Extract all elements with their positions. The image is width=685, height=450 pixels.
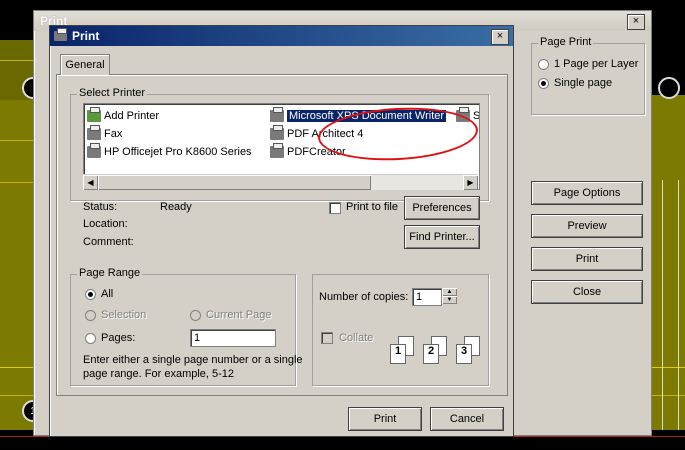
radio-icon: [538, 58, 549, 70]
printer-icon: [456, 107, 470, 122]
scrollbar-thumb[interactable]: [98, 175, 371, 190]
print-to-file-label: Print to file: [346, 201, 398, 213]
tab-general[interactable]: General: [60, 54, 110, 75]
page-range-legend: Page Range: [77, 267, 143, 279]
radio-label: Selection: [101, 309, 147, 321]
printer-item-fax[interactable]: Fax: [87, 125, 123, 140]
cancel-button[interactable]: Cancel: [430, 407, 504, 431]
page-range-hint-line2: page range. For example, 5-12: [83, 368, 235, 380]
preferences-button[interactable]: Preferences: [404, 196, 480, 220]
radio-all[interactable]: All: [85, 288, 113, 300]
add-printer-icon: [87, 107, 101, 122]
collate-label: Collate: [339, 332, 374, 344]
print-close-icon[interactable]: ×: [491, 29, 509, 45]
page-print-legend: Page Print: [538, 36, 594, 48]
printer-label: S: [473, 110, 480, 122]
status-label: Status:: [83, 201, 118, 213]
printer-label: PDF Architect 4: [287, 128, 364, 140]
printer-list-scrollbar[interactable]: ◀ ▶: [83, 174, 478, 190]
radio-label: Pages:: [101, 332, 136, 344]
print-button[interactable]: Print: [348, 407, 422, 431]
cad-grid-marker: [658, 77, 680, 99]
fax-icon: [87, 125, 101, 140]
spin-up-icon[interactable]: ▲: [442, 288, 457, 296]
preview-button[interactable]: Preview: [531, 214, 643, 238]
pages-input[interactable]: 1: [190, 329, 276, 347]
page-range-hint-line1: Enter either a single page number or a s…: [83, 354, 303, 366]
printer-item-partial[interactable]: S: [456, 107, 480, 122]
print-dialog: Print × General Select Printer Add Print…: [49, 25, 514, 437]
location-label: Location:: [83, 218, 128, 230]
back-close-icon[interactable]: ×: [627, 14, 645, 30]
radio-label: Current Page: [206, 309, 272, 321]
printer-item-hp-officejet[interactable]: HP Officejet Pro K8600 Series: [87, 143, 252, 158]
radio-pages[interactable]: Pages:: [85, 332, 135, 344]
printer-icon: [270, 143, 284, 158]
scroll-right-icon[interactable]: ▶: [463, 175, 478, 190]
radio-1-page-per-layer[interactable]: 1 Page per Layer: [538, 58, 638, 70]
radio-current-page[interactable]: Current Page: [190, 309, 271, 321]
spin-down-icon[interactable]: ▼: [442, 296, 457, 304]
printer-icon: [270, 125, 284, 140]
radio-single-page[interactable]: Single page: [538, 77, 612, 89]
scroll-left-icon[interactable]: ◀: [83, 175, 98, 190]
copies-spinner[interactable]: ▲ ▼: [442, 288, 457, 306]
status-value: Ready: [160, 201, 192, 213]
printer-icon: [87, 143, 101, 158]
collate-checkbox[interactable]: [321, 332, 333, 344]
printer-item-pdf-architect[interactable]: PDF Architect 4: [270, 125, 364, 140]
page-options-button[interactable]: Page Options: [531, 181, 643, 205]
find-printer-button[interactable]: Find Printer...: [404, 225, 480, 249]
radio-label: 1 Page per Layer: [554, 58, 639, 70]
number-of-copies-label: Number of copies:: [319, 291, 409, 303]
radio-icon: [85, 332, 96, 344]
printer-item-add-printer[interactable]: Add Printer: [87, 107, 160, 122]
radio-selection[interactable]: Selection: [85, 309, 146, 321]
radio-label: All: [101, 288, 114, 300]
radio-label: Single page: [554, 77, 613, 89]
back-print-button[interactable]: Print: [531, 247, 643, 271]
cad-line: [662, 180, 663, 430]
printer-item-microsoft-xps[interactable]: Microsoft XPS Document Writer: [270, 107, 447, 122]
printer-label: PDFCreator: [287, 146, 346, 158]
radio-icon: [85, 288, 96, 300]
radio-icon: [85, 309, 96, 321]
printer-icon: [54, 28, 67, 41]
print-to-file-checkbox[interactable]: [329, 202, 341, 214]
printer-label: Add Printer: [104, 110, 160, 122]
copies-input[interactable]: 1: [412, 288, 442, 306]
printer-icon: [270, 107, 284, 122]
print-dialog-title: Print: [72, 29, 100, 43]
page-print-group: Page Print 1 Page per Layer Single page: [531, 36, 645, 115]
printer-label: HP Officejet Pro K8600 Series: [104, 146, 252, 158]
cad-line: [678, 180, 679, 430]
printer-item-pdfcreator[interactable]: PDFCreator: [270, 143, 346, 158]
comment-label: Comment:: [83, 236, 134, 248]
printer-label: Fax: [104, 128, 123, 140]
radio-icon: [538, 77, 549, 89]
printer-label: Microsoft XPS Document Writer: [287, 110, 447, 122]
close-button[interactable]: Close: [531, 280, 643, 304]
print-dialog-titlebar: Print: [50, 26, 513, 46]
radio-icon: [190, 309, 201, 321]
select-printer-legend: Select Printer: [77, 87, 148, 99]
